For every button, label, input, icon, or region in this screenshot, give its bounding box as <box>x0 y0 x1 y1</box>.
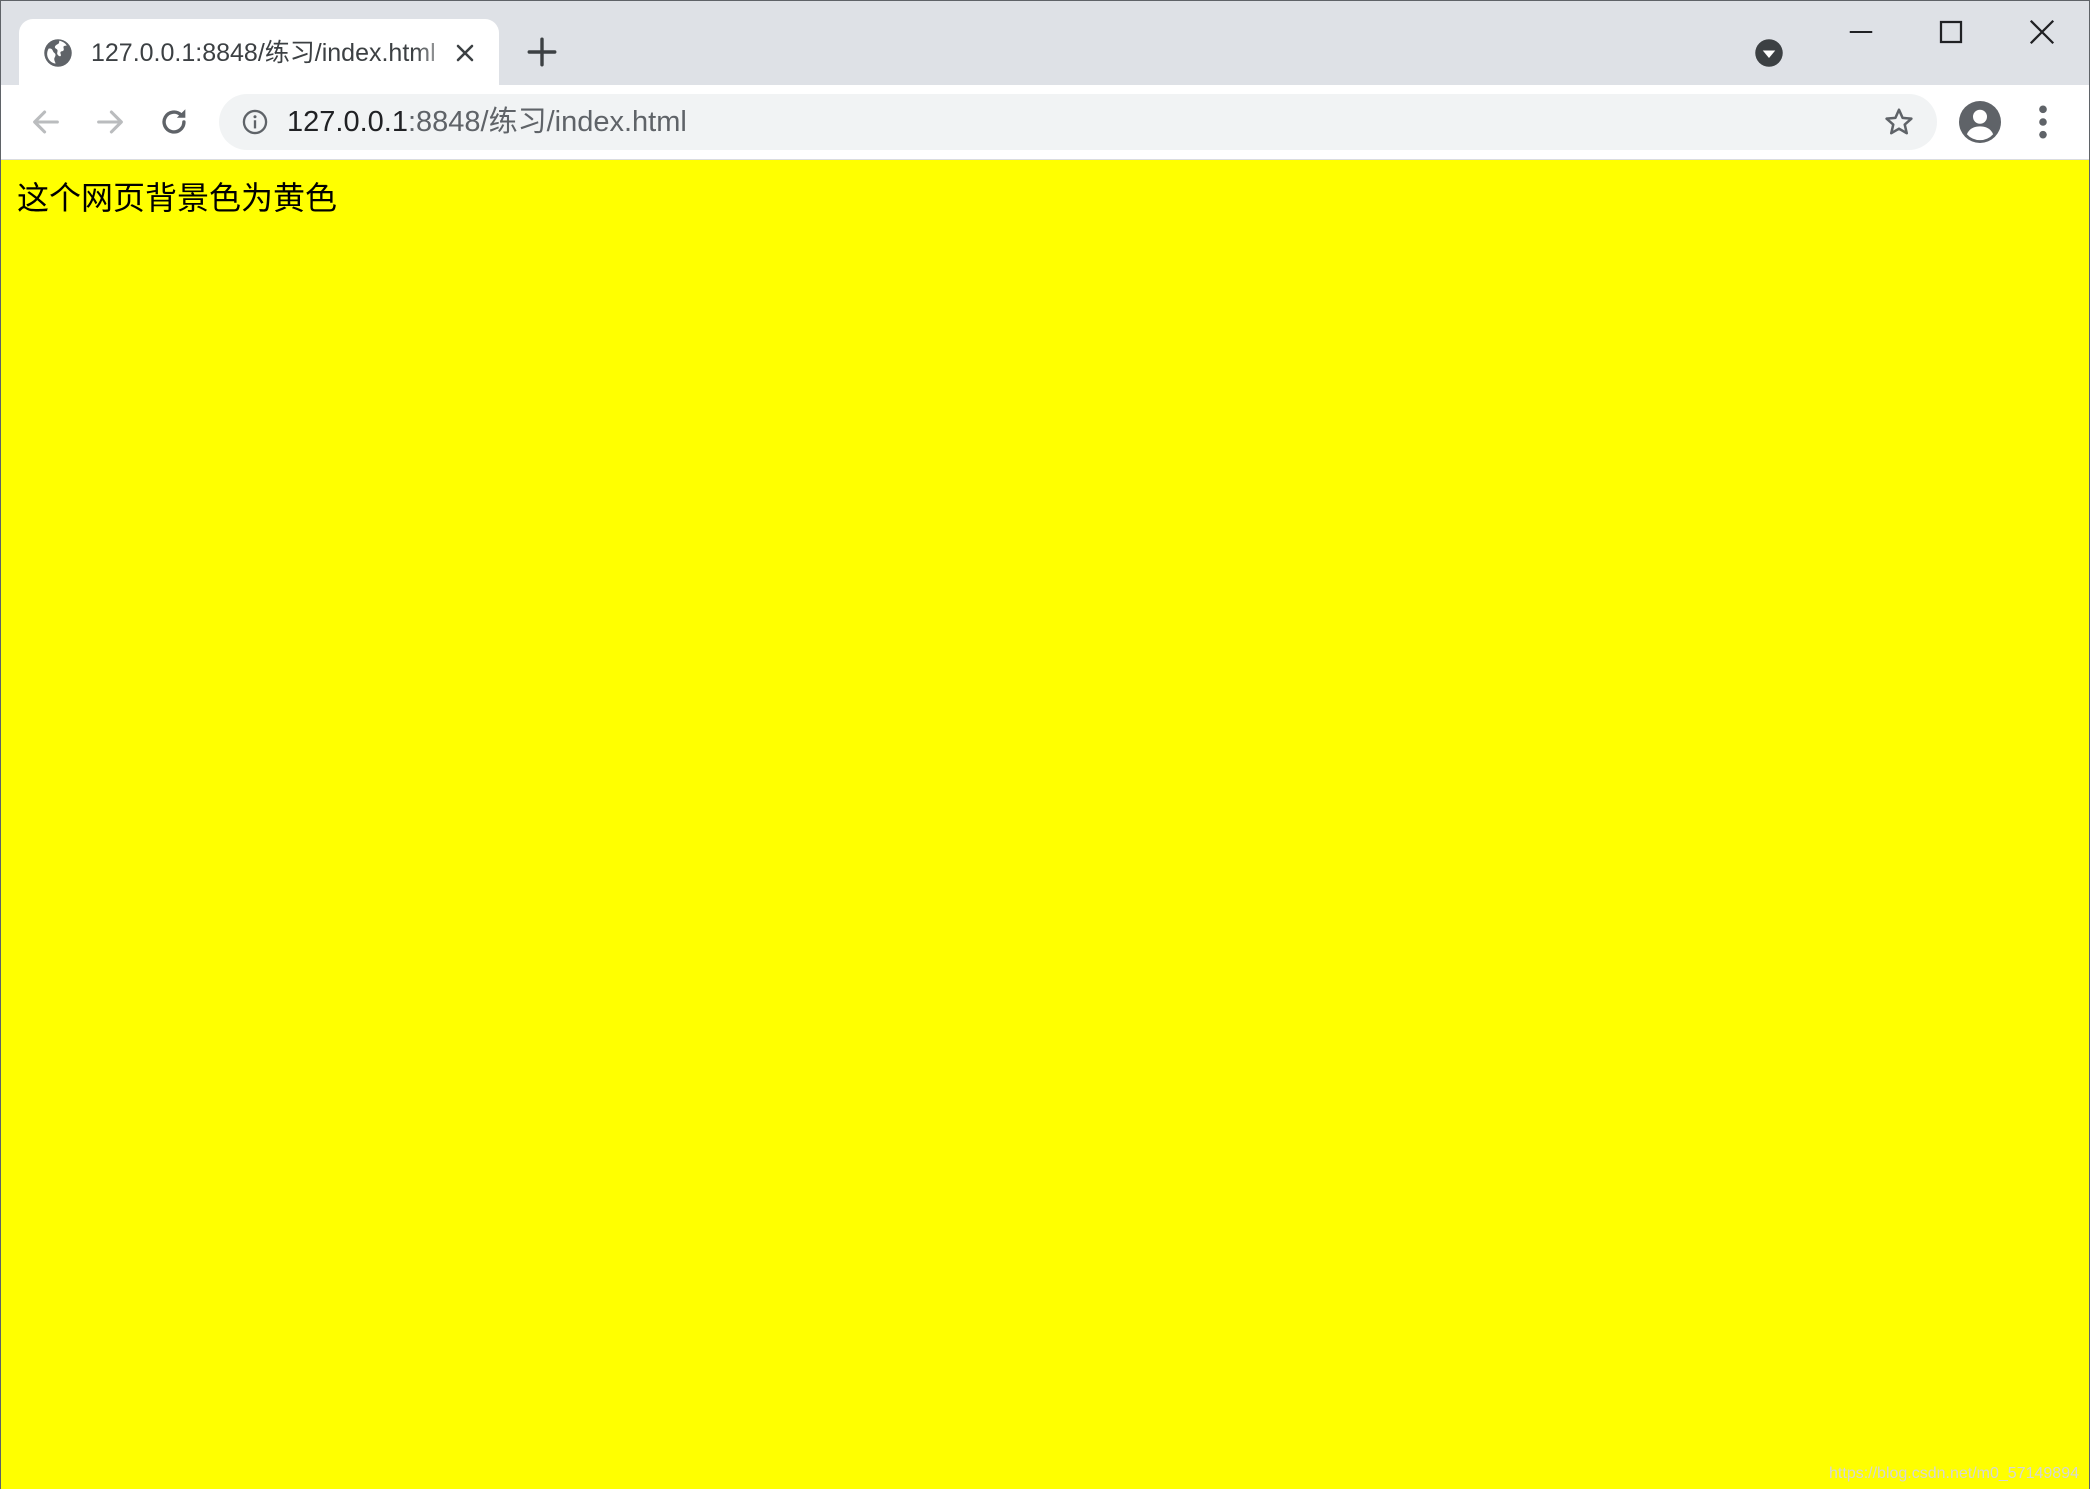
tab-title: 127.0.0.1:8848/练习/index.html <box>91 39 436 67</box>
close-icon[interactable] <box>453 41 477 65</box>
page-viewport: 这个网页背景色为黄色 https://blog.csdn.net/m0_5714… <box>1 160 2089 1489</box>
page-body-text: 这个网页背景色为黄色 <box>17 180 338 216</box>
plus-icon[interactable] <box>525 35 559 69</box>
forward-arrow-icon[interactable] <box>93 105 127 139</box>
watermark-text: https://blog.csdn.net/m0_57149894 <box>1829 1465 2079 1482</box>
address-bar[interactable]: 127.0.0.1:8848/练习/index.html <box>219 94 1937 150</box>
back-arrow-icon[interactable] <box>29 105 63 139</box>
more-vert-icon[interactable] <box>2033 103 2053 141</box>
info-icon[interactable] <box>241 108 269 136</box>
browser-toolbar: 127.0.0.1:8848/练习/index.html <box>1 85 2089 160</box>
window-close-icon[interactable] <box>2027 17 2057 47</box>
tab-search-icon[interactable] <box>1754 38 1784 68</box>
account-icon[interactable] <box>1959 101 2001 143</box>
url-text[interactable]: 127.0.0.1:8848/练习/index.html <box>287 104 687 140</box>
maximize-icon[interactable] <box>1936 17 1966 47</box>
tab-strip: 127.0.0.1:8848/练习/index.html <box>1 1 2089 85</box>
url-host: 127.0.0.1 <box>287 106 408 138</box>
browser-window: 127.0.0.1:8848/练习/index.html 127.0.0.1:8… <box>0 0 2090 1489</box>
browser-tab[interactable]: 127.0.0.1:8848/练习/index.html <box>19 19 499 85</box>
star-icon[interactable] <box>1883 106 1915 138</box>
url-path: :8848/练习/index.html <box>407 106 687 138</box>
minimize-icon[interactable] <box>1846 17 1876 47</box>
reload-icon[interactable] <box>157 105 191 139</box>
globe-icon <box>44 39 72 67</box>
